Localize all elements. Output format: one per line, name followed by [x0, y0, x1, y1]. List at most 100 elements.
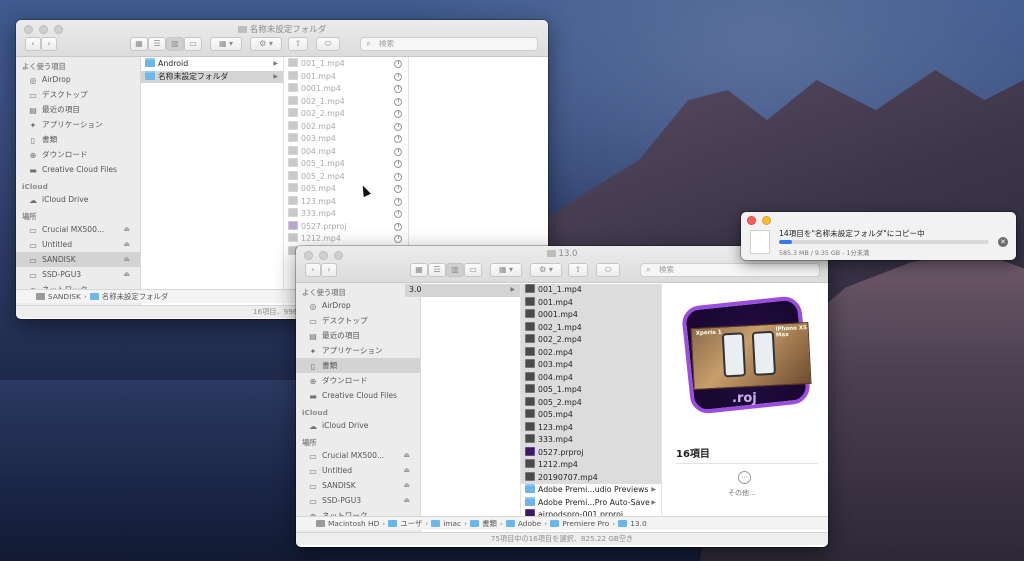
sidebar-item[interactable]: ✦ アプリケーション [296, 343, 420, 358]
sidebar-item[interactable]: ▭ デスクトップ [16, 87, 140, 102]
list-item[interactable]: 002_1.mp4 [521, 321, 661, 334]
sidebar-item[interactable]: ⊕ ダウンロード [296, 373, 420, 388]
sidebar-item[interactable]: ▭ SSD-PGU3 ⏏ [16, 267, 140, 282]
path-segment[interactable]: imac [431, 517, 461, 531]
list-item[interactable]: 005.mp4 [521, 409, 661, 422]
list-item[interactable]: 0527.prproj [521, 446, 661, 459]
sidebar-item[interactable]: ▬ Creative Cloud Files [16, 162, 140, 177]
list-item[interactable]: 005_2.mp4 [284, 170, 408, 184]
search-input[interactable]: 検索 [360, 37, 538, 51]
back-button[interactable]: ‹ [25, 37, 41, 51]
list-item[interactable]: 001_1.mp4 [284, 58, 408, 71]
path-segment[interactable]: 書類 [470, 517, 497, 531]
column-view-button[interactable]: ▥ [166, 37, 184, 51]
eject-icon[interactable]: ⏏ [123, 267, 130, 282]
list-item[interactable]: 005_1.mp4 [284, 158, 408, 171]
list-item[interactable]: 002.mp4 [284, 120, 408, 134]
list-item[interactable]: 1212.mp4 [284, 233, 408, 246]
icon-view-button[interactable]: ▦ [410, 263, 428, 277]
list-item[interactable]: 005_1.mp4 [521, 384, 661, 397]
list-item[interactable]: 005_2.mp4 [521, 396, 661, 409]
copy-progress-window[interactable]: 14項目を"名称未設定フォルダ"にコピー中 585.3 MB / 9.35 GB… [741, 212, 1016, 260]
sidebar-item[interactable]: ▬ Creative Cloud Files [296, 388, 420, 403]
tags-button[interactable]: ⬭ [316, 37, 340, 51]
eject-icon[interactable]: ⏏ [123, 237, 130, 252]
path-segment[interactable]: ユーザ [388, 517, 422, 531]
sidebar-item[interactable]: ⊕ ダウンロード [16, 147, 140, 162]
sidebar-item[interactable]: ☁ iCloud Drive [16, 192, 140, 207]
group-button[interactable]: ▦ ▾ [490, 263, 522, 277]
path-segment[interactable]: Adobe [505, 517, 541, 531]
path-segment[interactable]: SANDISK [36, 290, 81, 304]
list-item[interactable]: Adobe Premi...Pro Auto-Save ▶ [521, 496, 661, 510]
sidebar-item[interactable]: ▭ SANDISK ⏏ [16, 252, 140, 267]
close-window-button[interactable] [747, 216, 756, 225]
sidebar-item[interactable]: ▯ 書類 [16, 132, 140, 147]
list-item[interactable]: 003.mp4 [521, 359, 661, 372]
path-segment[interactable]: Macintosh HD [316, 517, 379, 531]
finder-window-front[interactable]: 13.0 ‹ › ▦ ☰ ▥ ▭ ▦ ▾ ⚙ ▾ ⇧ ⬭ 検索 よく使う項目 ◎ A… [296, 246, 828, 547]
sidebar-item[interactable]: ◎ AirDrop [296, 298, 420, 313]
list-item[interactable]: 20190707.mp4 [521, 471, 661, 484]
list-item[interactable]: 001.mp4 [521, 296, 661, 309]
action-gear-button[interactable]: ⚙ ▾ [250, 37, 282, 51]
group-button[interactable]: ▦ ▾ [210, 37, 242, 51]
list-item[interactable]: 003.mp4 [284, 133, 408, 146]
list-view-button[interactable]: ☰ [148, 37, 166, 51]
tags-button[interactable]: ⬭ [596, 263, 620, 277]
list-item[interactable]: 005.mp4 [284, 183, 408, 196]
sidebar-item[interactable]: ✦ アプリケーション [16, 117, 140, 132]
list-item[interactable]: 004.mp4 [284, 145, 408, 159]
gallery-view-button[interactable]: ▭ [184, 37, 202, 51]
list-item[interactable]: Android ▶ [141, 58, 283, 71]
sidebar-item[interactable]: ☁ iCloud Drive [296, 418, 420, 433]
sidebar-item[interactable]: ▤ 最近の項目 [16, 102, 140, 117]
list-item[interactable]: 0527.prproj [284, 220, 408, 234]
sidebar-item[interactable]: ▭ SSD-PGU3 ⏏ [296, 493, 420, 508]
forward-button[interactable]: › [321, 263, 337, 277]
sidebar-item[interactable]: ▭ デスクトップ [296, 313, 420, 328]
list-item[interactable]: Adobe Premi...udio Previews ▶ [521, 484, 661, 497]
list-item[interactable]: 004.mp4 [521, 371, 661, 384]
path-segment[interactable]: 名称未設定フォルダ [89, 290, 168, 304]
list-item[interactable]: 0001.mp4 [284, 83, 408, 96]
titlebar[interactable]: 名称未設定フォルダ ‹ › ▦ ☰ ▥ ▭ ▦ ▾ ⚙ ▾ ⇧ ⬭ 検索 [16, 20, 548, 57]
cancel-copy-button[interactable]: ✕ [998, 237, 1008, 247]
column-view-button[interactable]: ▥ [446, 263, 464, 277]
gallery-view-button[interactable]: ▭ [464, 263, 482, 277]
sidebar-item[interactable]: ▭ SANDISK ⏏ [296, 478, 420, 493]
sidebar-item[interactable]: ▭ Crucial MX500... ⏏ [16, 222, 140, 237]
back-button[interactable]: ‹ [305, 263, 321, 277]
sidebar-item[interactable]: ▤ 最近の項目 [296, 328, 420, 343]
list-item[interactable]: 0001.mp4 [521, 309, 661, 322]
share-button[interactable]: ⇧ [568, 263, 588, 277]
list-item[interactable]: 333.mp4 [284, 208, 408, 221]
sidebar-item[interactable]: ▭ Crucial MX500... ⏏ [296, 448, 420, 463]
list-item[interactable]: 1212.mp4 [521, 459, 661, 472]
sidebar-item[interactable]: ▯ 書類 [296, 358, 420, 373]
list-item[interactable]: 3.0 ▶ [405, 284, 520, 297]
list-item[interactable]: 002_2.mp4 [284, 108, 408, 121]
search-input[interactable]: 検索 [640, 263, 820, 277]
list-item[interactable]: 123.mp4 [284, 195, 408, 209]
list-item[interactable]: 名称未設定フォルダ ▶ [141, 70, 283, 83]
list-item[interactable]: 002_2.mp4 [521, 334, 661, 347]
sidebar-item[interactable]: ▭ Untitled ⏏ [296, 463, 420, 478]
path-segment[interactable]: 13.0 [618, 517, 647, 531]
list-item[interactable]: 123.mp4 [521, 421, 661, 434]
sidebar-item[interactable]: ▭ Untitled ⏏ [16, 237, 140, 252]
action-gear-button[interactable]: ⚙ ▾ [530, 263, 562, 277]
eject-icon[interactable]: ⏏ [123, 222, 130, 237]
minimize-window-button[interactable] [762, 216, 771, 225]
list-item[interactable]: 001_1.mp4 [521, 284, 661, 297]
forward-button[interactable]: › [41, 37, 57, 51]
list-item[interactable]: 333.mp4 [521, 434, 661, 447]
list-view-button[interactable]: ☰ [428, 263, 446, 277]
list-item[interactable]: 002_1.mp4 [284, 95, 408, 109]
list-item[interactable]: 002.mp4 [521, 346, 661, 359]
eject-icon[interactable]: ⏏ [123, 252, 130, 267]
path-segment[interactable]: Premiere Pro [550, 517, 609, 531]
icon-view-button[interactable]: ▦ [130, 37, 148, 51]
sidebar-item[interactable]: ◎ AirDrop [16, 72, 140, 87]
more-options-button[interactable]: ⋯ [738, 471, 751, 484]
